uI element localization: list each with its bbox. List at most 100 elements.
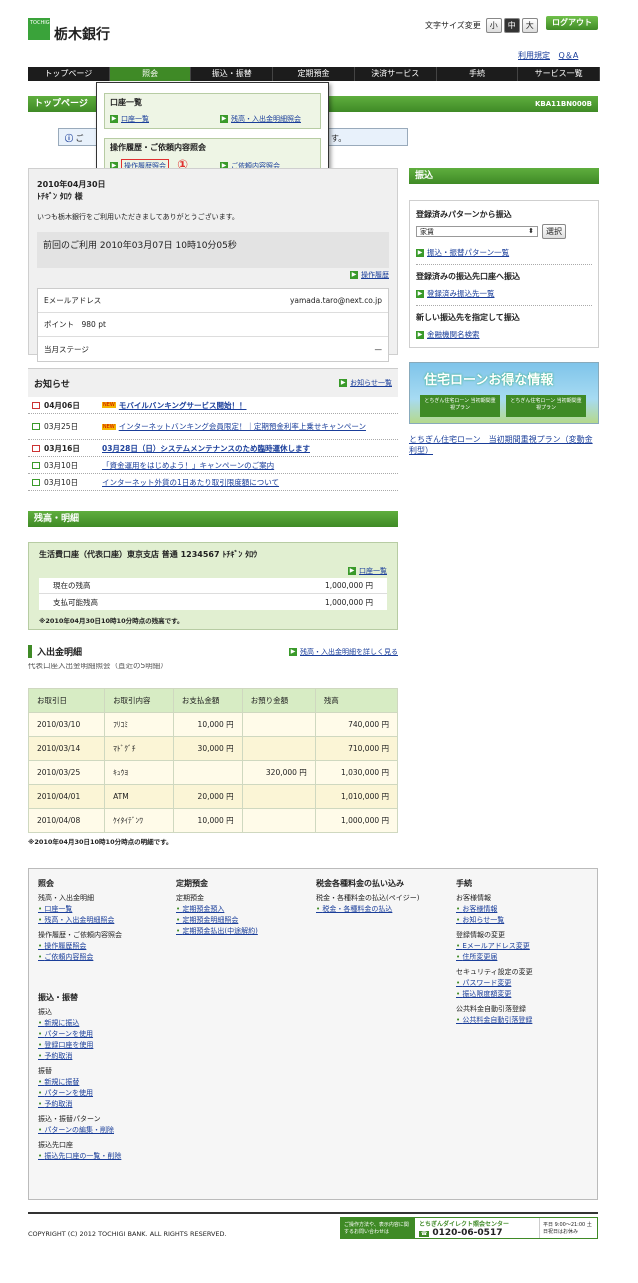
table-row: 2010/03/25 ｷｭｳﾖ 320,000 円 1,030,000 円 bbox=[27, 760, 399, 785]
sitemap-link[interactable]: 予約取消 bbox=[38, 1099, 168, 1110]
news-link[interactable]: インターネット外貨の1日あたり取引限度額について bbox=[102, 477, 279, 488]
sitemap-link[interactable]: 定期預金預入 bbox=[176, 904, 306, 915]
history-detail-link[interactable]: 残高・入出金明細を詳しく見る bbox=[300, 648, 398, 656]
sitemap-col-tax: 税金各種料金の払い込み税金・各種料金の払込(ペイジー) 税金・各種料金の払込 bbox=[316, 878, 446, 915]
news-link[interactable]: インターネットバンキング会員限定！｜定期預金利率上乗せキャンペーン bbox=[119, 421, 398, 432]
dropdown-section-title: 操作履歴・ご依頼内容照会 bbox=[110, 143, 206, 152]
sitemap-link[interactable]: お知らせ一覧 bbox=[456, 915, 591, 926]
bank-name: 栃木銀行 bbox=[54, 27, 110, 43]
new-badge: NEW bbox=[102, 402, 116, 408]
news-date: 03月16日 bbox=[44, 443, 80, 453]
open-mail-icon bbox=[32, 461, 40, 469]
font-size-medium-button[interactable]: 中 bbox=[503, 18, 520, 33]
nav-services[interactable]: サービス一覧 bbox=[518, 67, 601, 81]
sitemap-link[interactable]: 予約取消 bbox=[38, 1051, 168, 1062]
arrow-icon bbox=[416, 331, 424, 339]
news-date: 03月25日 bbox=[43, 422, 79, 431]
sitemap-link[interactable]: パターンを使用 bbox=[38, 1029, 168, 1040]
column-header: お取引日 bbox=[27, 688, 106, 713]
table-cell bbox=[241, 736, 316, 761]
sitemap-link[interactable]: 公共料金自動引落登録 bbox=[456, 1015, 591, 1026]
font-size-label: 文字サイズ変更 bbox=[425, 21, 481, 30]
news-item: 04月06日 NEW モバイルバンキングサービス開始！！ bbox=[28, 397, 398, 414]
notice-text: ご bbox=[75, 134, 84, 143]
sitemap-link[interactable]: 住所変更届 bbox=[456, 952, 591, 963]
sitemap-link[interactable]: 振込先口座の一覧・削除 bbox=[38, 1151, 168, 1162]
logout-button[interactable]: ログアウト bbox=[546, 16, 598, 30]
sitemap-link[interactable]: パターンの編集・削除 bbox=[38, 1125, 168, 1136]
balance-box: 生活費口座（代表口座）東京支店 普通 1234567 ﾄﾁｷﾞﾝ ﾀﾛｳ 口座一… bbox=[28, 542, 398, 630]
footer-divider bbox=[28, 1212, 598, 1214]
sitemap-link[interactable]: パスワード変更 bbox=[456, 978, 591, 989]
arrow-icon bbox=[289, 647, 297, 656]
table-cell: 20,000 円 bbox=[172, 784, 243, 809]
news-link[interactable]: モバイルバンキングサービス開始！！ bbox=[119, 400, 247, 411]
news-date: 03月10日 bbox=[44, 477, 79, 487]
sitemap-link[interactable]: 操作履歴照会 bbox=[38, 941, 168, 952]
table-cell: 740,000 円 bbox=[314, 712, 399, 737]
sitemap-link[interactable]: Eメールアドレス変更 bbox=[456, 941, 591, 952]
arrow-icon bbox=[350, 271, 358, 279]
sitemap-link[interactable]: 口座一覧 bbox=[38, 904, 168, 915]
available-label: 支払可能残高 bbox=[53, 597, 98, 607]
open-mail-icon bbox=[32, 423, 40, 430]
operation-history-link[interactable]: 操作履歴 bbox=[361, 271, 389, 279]
pattern-list-link[interactable]: 振込・振替パターン一覧 bbox=[427, 248, 509, 257]
account-list-link[interactable]: 口座一覧 bbox=[359, 567, 387, 575]
sitemap-heading: 定期預金 bbox=[176, 879, 208, 888]
sitemap-link[interactable]: 新規に振替 bbox=[38, 1077, 168, 1088]
nav-transfer[interactable]: 振込・振替 bbox=[191, 67, 274, 81]
nav-payment[interactable]: 決済サービス bbox=[355, 67, 437, 81]
customer-name: ﾄﾁｷﾞﾝ ﾀﾛｳ 様 bbox=[37, 192, 83, 201]
banner-caption-link[interactable]: とちぎん住宅ローン 当初期間重視プラン（変動金利型） bbox=[409, 434, 599, 456]
logo-text: TOCHIGIN bbox=[30, 20, 55, 26]
news-link[interactable]: 「資金運用をはじめよう！」キャンペーンのご案内 bbox=[102, 460, 274, 471]
banner-sub1: とちぎん住宅ローン 当初期間重視プラン bbox=[420, 395, 500, 417]
registered-list-link[interactable]: 登録済み振込先一覧 bbox=[427, 289, 495, 298]
table-cell: ｹｲﾀｲﾃﾞﾝﾜ bbox=[104, 808, 174, 833]
table-row: 2010/04/01 ATM 20,000 円 1,010,000 円 bbox=[27, 784, 399, 809]
sitemap-link[interactable]: 税金・各種料金の払込 bbox=[316, 904, 446, 915]
sitemap-link[interactable]: パターンを使用 bbox=[38, 1088, 168, 1099]
sitemap-link[interactable]: お客様情報 bbox=[456, 904, 591, 915]
copyright: COPYRIGHT (C) 2012 TOCHIGI BANK. ALL RIG… bbox=[28, 1230, 227, 1238]
nav-procedures[interactable]: 手続 bbox=[437, 67, 519, 81]
table-cell: 30,000 円 bbox=[172, 736, 243, 761]
sitemap-link[interactable]: ご依頼内容照会 bbox=[38, 952, 168, 963]
news-link[interactable]: 03月28日（日）システムメンテナンスのため臨時運休します bbox=[102, 443, 310, 454]
sitemap-link[interactable]: 振込限度額変更 bbox=[456, 989, 591, 1000]
dropdown-link-account-list[interactable]: 口座一覧 bbox=[121, 115, 149, 123]
sitemap-col-transfer: 振込・振替振込新規に振込パターンを使用登録口座を使用予約取消振替新規に振替パター… bbox=[38, 992, 168, 1162]
news-list-link[interactable]: お知らせ一覧 bbox=[350, 379, 392, 387]
table-cell: ｷｭｳﾖ bbox=[104, 760, 174, 785]
faq-link[interactable]: Q＆A bbox=[559, 51, 579, 60]
nav-top[interactable]: トップページ bbox=[28, 67, 110, 81]
table-cell: 2010/03/25 bbox=[27, 760, 106, 785]
dropdown-link-balance[interactable]: 残高・入出金明細照会 bbox=[231, 115, 301, 123]
table-cell bbox=[241, 808, 316, 833]
terms-link[interactable]: 利用規定 bbox=[518, 51, 550, 60]
select-button[interactable]: 選択 bbox=[542, 224, 566, 239]
bank-search-link[interactable]: 金融機関名検索 bbox=[427, 330, 480, 339]
sitemap-link[interactable]: 定期預金払出(中途解約) bbox=[176, 926, 306, 937]
greeting: いつも栃木銀行をご利用いただきましてありがとうございます。 bbox=[37, 213, 239, 221]
housing-loan-banner[interactable]: 住宅ローンお得な情報 とちぎん住宅ローン 当初期間重視プラン とちぎん住宅ローン… bbox=[409, 362, 599, 424]
pattern-select[interactable]: 家賃 ⬍ bbox=[416, 226, 538, 237]
banner-sub2: とちぎん住宅ローン 当初期間重視プラン bbox=[506, 395, 586, 417]
news-item: 03月25日 NEW インターネットバンキング会員限定！｜定期預金利率上乗せキャンペ… bbox=[28, 414, 398, 440]
font-size-small-button[interactable]: 小 bbox=[485, 18, 502, 33]
sitemap-group-title: 残高・入出金明細 bbox=[38, 894, 94, 902]
sitemap-link[interactable]: 定期預金明細照会 bbox=[176, 915, 306, 926]
nav-inquiry[interactable]: 照会 bbox=[109, 67, 192, 81]
sitemap-link[interactable]: 新規に振込 bbox=[38, 1018, 168, 1029]
sitemap-group-title: セキュリティ設定の変更 bbox=[456, 968, 533, 976]
sitemap-link[interactable]: 登録口座を使用 bbox=[38, 1040, 168, 1051]
nav-time-deposit[interactable]: 定期預金 bbox=[273, 67, 355, 81]
phone-icon: ☎ bbox=[419, 1231, 430, 1237]
sitemap-link[interactable]: 残高・入出金明細照会 bbox=[38, 915, 168, 926]
font-size-large-button[interactable]: 大 bbox=[521, 18, 538, 33]
sitemap-group-title: 操作履歴・ご依頼内容照会 bbox=[38, 931, 122, 939]
transfer-title: 振込 bbox=[409, 168, 599, 184]
points: ポイント 980 pt bbox=[38, 313, 388, 337]
column-header: 残高 bbox=[314, 688, 399, 713]
